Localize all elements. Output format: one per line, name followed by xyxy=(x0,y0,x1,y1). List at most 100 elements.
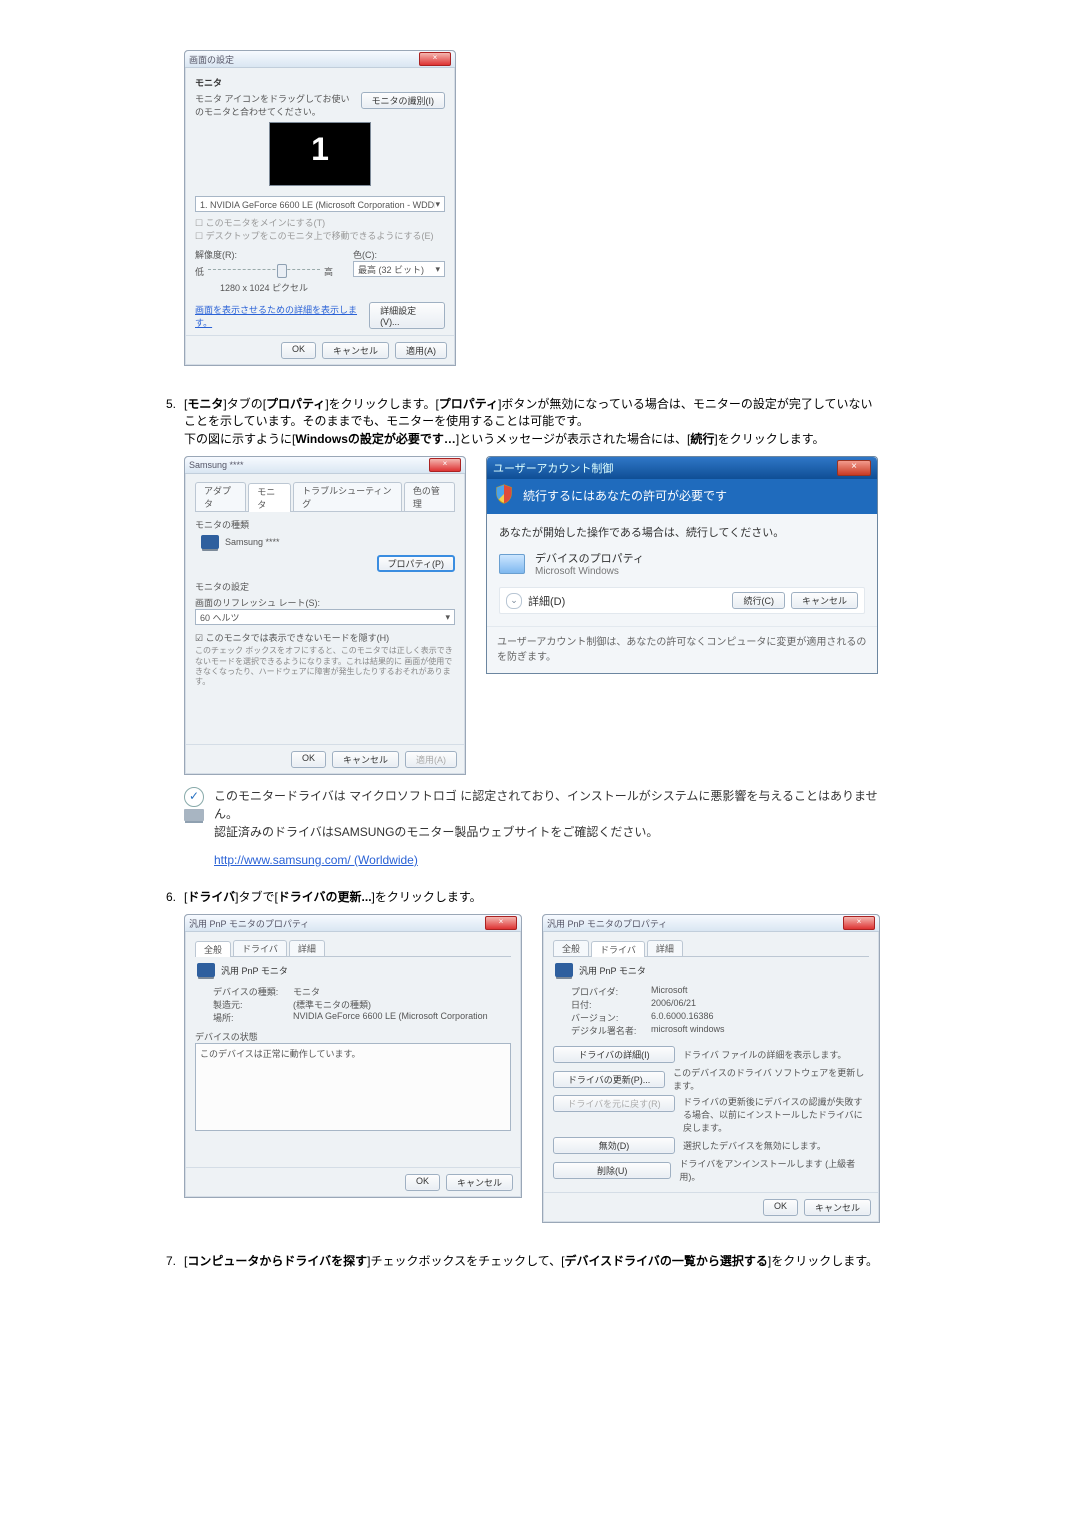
step-5: 5. [モニタ]タブの[プロパティ]をクリックします。[プロパティ]ボタンが無効… xyxy=(150,396,880,448)
monitor-preview[interactable]: 1 xyxy=(269,122,371,186)
step-6: 6. [ドライバ]タブで[ドライバの更新...]をクリックします。 xyxy=(150,889,880,906)
close-icon[interactable]: × xyxy=(843,916,875,930)
signer-label: デジタル署名者: xyxy=(571,1024,651,1037)
identify-monitors-button[interactable]: モニタの識別(I) xyxy=(361,92,446,109)
tab-general[interactable]: 全般 xyxy=(553,940,589,956)
refresh-rate-value: 60 ヘルツ xyxy=(200,611,445,624)
driver-uninstall-desc: ドライバをアンインストールします (上級者用)。 xyxy=(679,1157,869,1183)
tab-details[interactable]: 詳細 xyxy=(647,940,683,956)
driver-disable-desc: 選択したデバイスを無効にします。 xyxy=(683,1139,826,1152)
driver-update-button[interactable]: ドライバの更新(P)... xyxy=(553,1071,665,1088)
uac-cancel-button[interactable]: キャンセル xyxy=(791,592,858,609)
color-label: 色(C): xyxy=(353,248,445,261)
monitor-icon xyxy=(201,535,219,549)
chevron-down-icon[interactable]: ⌄ xyxy=(506,593,522,609)
tab-color-management[interactable]: 色の管理 xyxy=(404,482,455,511)
hide-unsupported-checkbox[interactable]: ☑ このモニタでは表示できないモードを隠す(H) xyxy=(195,631,455,644)
resolution-value: 1280 x 1024 ピクセル xyxy=(195,281,333,294)
tab-driver[interactable]: ドライバ xyxy=(591,941,645,957)
advanced-settings-link[interactable]: 画面を表示させるための詳細を表示します。 xyxy=(195,303,369,329)
pnp-general-title: 汎用 PnP モニタのプロパティ xyxy=(189,917,485,930)
resolution-slider[interactable] xyxy=(208,263,320,277)
slider-low-label: 低 xyxy=(195,265,204,278)
driver-note: ✓ このモニタードライバは マイクロソフトロゴ に認定されており、インストールが… xyxy=(184,787,880,869)
monitor-settings-group: モニタの設定 xyxy=(195,580,455,593)
step-7-body: [コンピュータからドライバを探す]チェックボックスをチェックして、[デバイスドラ… xyxy=(184,1253,880,1270)
pnp-monitor-driver-dialog: 汎用 PnP モニタのプロパティ × 全般 ドライバ 詳細 汎用 PnP モニタ… xyxy=(542,914,880,1223)
step-6-number: 6. xyxy=(150,889,184,906)
monitor-icon xyxy=(184,809,204,821)
provider-label: プロバイダ: xyxy=(571,985,651,998)
apply-button[interactable]: 適用(A) xyxy=(395,342,447,359)
tab-driver[interactable]: ドライバ xyxy=(233,940,287,956)
monitor-properties-tabs: アダプタ モニタ トラブルシューティング 色の管理 xyxy=(195,482,455,512)
date-value: 2006/06/21 xyxy=(651,998,696,1011)
pnp-monitor-general-dialog: 汎用 PnP モニタのプロパティ × 全般 ドライバ 詳細 汎用 PnP モニタ… xyxy=(184,914,522,1198)
uac-details-button[interactable]: 詳細(D) xyxy=(528,593,565,609)
tab-details[interactable]: 詳細 xyxy=(289,940,325,956)
ok-button[interactable]: OK xyxy=(281,342,316,359)
samsung-link[interactable]: http://www.samsung.com/ (Worldwide) xyxy=(214,853,418,867)
manufacturer-label: 製造元: xyxy=(213,998,293,1011)
close-icon[interactable]: × xyxy=(419,52,451,66)
ok-button[interactable]: OK xyxy=(405,1174,440,1191)
tab-adapter[interactable]: アダプタ xyxy=(195,482,246,511)
manufacturer-value: (標準モニタの種類) xyxy=(293,998,371,1011)
location-label: 場所: xyxy=(213,1011,293,1024)
close-icon[interactable]: × xyxy=(837,460,871,476)
pnp-driver-heading: 汎用 PnP モニタ xyxy=(579,964,646,977)
monitor-type-group: モニタの種類 xyxy=(195,518,455,531)
advanced-settings-button[interactable]: 詳細設定(V)... xyxy=(369,302,445,329)
close-icon[interactable]: × xyxy=(429,458,461,472)
uac-device-props-vendor: Microsoft Windows xyxy=(535,566,644,577)
resolution-label: 解像度(R): xyxy=(195,248,333,261)
cancel-button[interactable]: キャンセル xyxy=(804,1199,871,1216)
ok-button[interactable]: OK xyxy=(291,751,326,768)
version-value: 6.0.6000.16386 xyxy=(651,1011,714,1024)
driver-rollback-button[interactable]: ドライバを元に戻す(R) xyxy=(553,1095,675,1112)
color-value: 最高 (32 ビット) xyxy=(358,263,435,276)
uac-footer: ユーザーアカウント制御は、あなたの許可なくコンピュータに変更が適用されるのを防ぎ… xyxy=(487,626,877,673)
drag-hint: モニタ アイコンをドラッグしてお使いのモニタと合わせてください。 xyxy=(195,92,355,118)
tab-troubleshooting[interactable]: トラブルシューティング xyxy=(293,482,402,511)
check-icon: ✓ xyxy=(184,787,204,807)
refresh-rate-select[interactable]: 60 ヘルツ ▾ xyxy=(195,609,455,625)
version-label: バージョン: xyxy=(571,1011,651,1024)
refresh-rate-label: 画面のリフレッシュ レート(S): xyxy=(195,596,455,609)
uac-device-props-label: デバイスのプロパティ xyxy=(535,550,644,566)
driver-uninstall-button[interactable]: 削除(U) xyxy=(553,1162,671,1179)
uac-titlebar: ユーザーアカウント制御 xyxy=(493,460,837,476)
pnp-driver-title: 汎用 PnP モニタのプロパティ xyxy=(547,917,843,930)
cancel-button[interactable]: キャンセル xyxy=(332,751,399,768)
monitor-properties-dialog: Samsung **** × アダプタ モニタ トラブルシューティング 色の管理… xyxy=(184,456,466,775)
monitor-section-label: モニタ xyxy=(195,76,445,89)
hide-unsupported-note: このチェック ボックスをオフにすると、このモニタでは正しく表示できないモードを選… xyxy=(195,646,455,688)
display-settings-dialog: 画面の設定 × モニタ モニタ アイコンをドラッグしてお使いのモニタと合わせてく… xyxy=(184,50,456,366)
device-props-icon xyxy=(499,554,525,574)
display-settings-title: 画面の設定 xyxy=(189,53,419,66)
tab-general[interactable]: 全般 xyxy=(195,941,231,957)
tab-monitor[interactable]: モニタ xyxy=(248,483,291,512)
ok-button[interactable]: OK xyxy=(763,1199,798,1216)
driver-disable-button[interactable]: 無効(D) xyxy=(553,1137,675,1154)
monitor-properties-title: Samsung **** xyxy=(189,460,429,470)
close-icon[interactable]: × xyxy=(485,916,517,930)
monitor-properties-button[interactable]: プロパティ(P) xyxy=(377,555,455,572)
color-select[interactable]: 最高 (32 ビット) ▾ xyxy=(353,261,445,277)
chevron-down-icon: ▾ xyxy=(445,612,450,623)
monitor-name: Samsung **** xyxy=(225,537,280,547)
cancel-button[interactable]: キャンセル xyxy=(446,1174,513,1191)
device-type-label: デバイスの種類: xyxy=(213,985,293,998)
monitor-icon xyxy=(197,963,215,977)
signer-value: microsoft windows xyxy=(651,1024,725,1037)
driver-rollback-desc: ドライバの更新後にデバイスの認識が失敗する場合、以前にインストールしたドライバに… xyxy=(683,1095,869,1134)
apply-button[interactable]: 適用(A) xyxy=(405,751,457,768)
uac-heading: 続行するにはあなたの許可が必要です xyxy=(523,489,727,503)
driver-note-line2: 認証済みのドライバはSAMSUNGのモニター製品ウェブサイトをご確認ください。 xyxy=(214,823,880,841)
cb-extend-desktop: ☐ デスクトップをこのモニタ上で移動できるようにする(E) xyxy=(195,229,445,242)
cancel-button[interactable]: キャンセル xyxy=(322,342,389,359)
driver-details-desc: ドライバ ファイルの詳細を表示します。 xyxy=(683,1048,846,1061)
display-target-select[interactable]: 1. NVIDIA GeForce 6600 LE (Microsoft Cor… xyxy=(195,196,445,212)
uac-continue-button[interactable]: 続行(C) xyxy=(732,592,785,609)
driver-details-button[interactable]: ドライバの詳細(I) xyxy=(553,1046,675,1063)
